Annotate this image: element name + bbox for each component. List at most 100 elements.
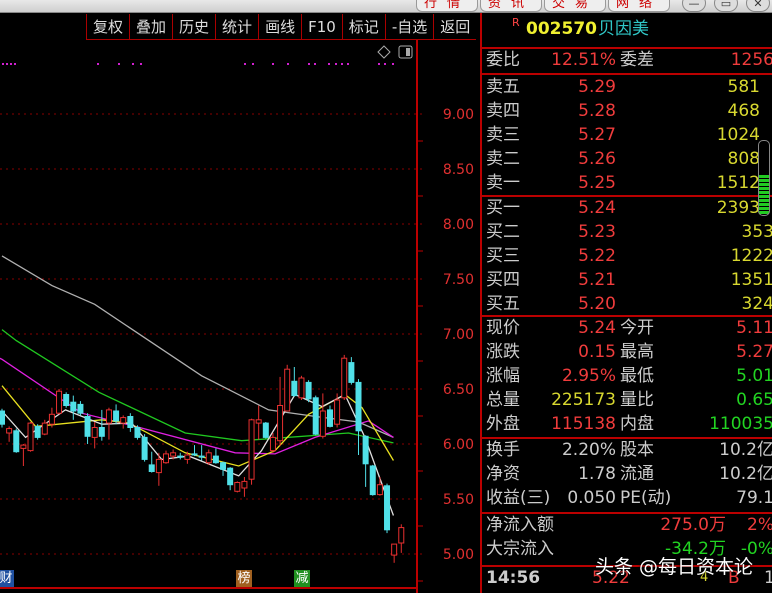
quote-row: 涨跌 0.15 最高 5.27	[484, 340, 772, 364]
candle-body	[348, 362, 355, 383]
candle-body	[105, 409, 112, 424]
tab-trade[interactable]: 交易	[544, 0, 606, 12]
fund-value: 0.050	[567, 488, 616, 508]
ask-row[interactable]: 卖四 5.28 468	[484, 99, 772, 123]
candle-body	[298, 377, 305, 399]
mark-button[interactable]: 标记	[341, 14, 385, 40]
statistics-button[interactable]: 统计	[215, 14, 258, 40]
candle-body	[0, 410, 5, 425]
candle-body	[198, 455, 205, 458]
candle-body	[127, 416, 134, 428]
f10-button[interactable]: F10	[301, 14, 342, 40]
quote-value: 0.15	[578, 342, 616, 362]
ask-label: 卖二	[486, 149, 520, 169]
signal-dot	[2, 63, 4, 65]
fund-value-2: 10.2亿	[719, 440, 772, 460]
overlay-button[interactable]: 叠加	[129, 14, 172, 40]
bid-price: 5.22	[578, 246, 616, 266]
quote-label: 总量	[486, 390, 520, 410]
quote-label-2: 内盘	[620, 414, 654, 434]
bid-row[interactable]: 买三 5.22 1222	[484, 244, 772, 268]
bid-row[interactable]: 买二 5.23 353	[484, 220, 772, 244]
ask-row[interactable]: 卖五 5.29 581	[484, 75, 772, 99]
bid-volume: 1222	[730, 246, 772, 266]
candle-body	[205, 452, 212, 464]
y-tick-label: 6.50	[443, 382, 474, 398]
ask-volume: 808	[727, 149, 760, 169]
close-icon[interactable]: ✕	[746, 0, 770, 12]
candle-body	[384, 485, 391, 531]
candle-body	[391, 543, 398, 556]
history-button[interactable]: 历史	[172, 14, 215, 40]
marker-list[interactable]: 榜	[236, 570, 252, 587]
weicha-value: 1256	[730, 50, 772, 70]
ask-price: 5.28	[578, 101, 616, 121]
draw-line-button[interactable]: 画线	[258, 14, 301, 40]
bid-row[interactable]: 买四 5.21 1351	[484, 268, 772, 292]
candlestick-chart[interactable]: 9.00 8.50 8.00 7.50 7.00 6.50 6.00 5.50 5.00	[0, 40, 480, 593]
ask-volume: 1512	[716, 173, 760, 193]
quote-value: 5.24	[578, 318, 616, 338]
weicha-label: 委差	[620, 50, 654, 70]
diamond-icon[interactable]	[377, 45, 391, 59]
ask-row[interactable]: 卖三 5.27 1024	[484, 123, 772, 147]
y-tick-label: 6.00	[443, 437, 474, 453]
ask-row[interactable]: 卖二 5.26 808	[484, 147, 772, 171]
candle-body	[6, 428, 13, 434]
signal-dot	[287, 63, 289, 65]
ask-price: 5.26	[578, 149, 616, 169]
flow-percent: 2%	[747, 515, 772, 535]
candle-body	[234, 482, 241, 492]
candle-body	[334, 399, 341, 425]
weibi-value: 12.51%	[551, 50, 616, 70]
candle-body	[34, 425, 41, 438]
quote-label: 涨幅	[486, 366, 520, 386]
tab-news[interactable]: 资讯	[480, 0, 542, 12]
bid-row[interactable]: 买一 5.24 2393	[484, 196, 772, 220]
signal-dot	[132, 63, 134, 65]
minimize-icon[interactable]: —	[682, 0, 706, 12]
quote-value-2: 110035	[709, 414, 772, 434]
bid-row[interactable]: 买五 5.20 324	[484, 292, 772, 316]
candle-body	[84, 416, 91, 437]
panel-toggle-icon[interactable]	[398, 45, 413, 59]
bid-price: 5.21	[578, 270, 616, 290]
fund-label: 换手	[486, 440, 520, 460]
flow-label: 大宗流入	[486, 539, 554, 559]
tab-network[interactable]: 网络	[608, 0, 670, 12]
y-tick-label: 7.50	[443, 272, 474, 288]
quote-value: 2.95%	[561, 366, 616, 386]
candle-body	[227, 467, 234, 486]
ask-row[interactable]: 卖一 5.25 1512	[484, 171, 772, 195]
signal-dot	[14, 63, 16, 65]
bid-label: 买五	[486, 294, 520, 314]
quote-label-2: 量比	[620, 390, 654, 410]
ask-volume: 581	[727, 77, 760, 97]
quote-value: 115138	[551, 414, 616, 434]
fund-label: 收益(三)	[486, 488, 551, 508]
marker-reduce[interactable]: 减	[294, 570, 310, 587]
remove-watchlist-button[interactable]: -自选	[384, 14, 433, 40]
candle-body	[376, 484, 383, 496]
order-strength-bar[interactable]	[758, 140, 770, 216]
bid-price: 5.20	[578, 294, 616, 314]
bid-label: 买四	[486, 270, 520, 290]
tab-market[interactable]: 行情	[416, 0, 478, 12]
y-tick-label: 7.00	[443, 327, 474, 343]
fund-value: 1.78	[578, 464, 616, 484]
signal-dot	[272, 63, 274, 65]
restore-icon[interactable]: ▭	[714, 0, 738, 12]
signal-dot	[335, 63, 337, 65]
restore-rights-button[interactable]: 复权	[86, 14, 129, 40]
candle-body	[148, 464, 155, 472]
bid-volume: 353	[741, 222, 772, 242]
quote-value-2: 0.65	[736, 390, 772, 410]
back-button[interactable]: 返回	[433, 14, 476, 40]
fund-label-2: PE(动)	[620, 488, 672, 508]
candle-body	[56, 390, 63, 414]
marker-finance[interactable]: 财	[0, 570, 14, 587]
candle-body	[312, 397, 319, 435]
quote-row: 总量 225173 量比 0.65	[484, 388, 772, 412]
signal-dot	[97, 63, 99, 65]
candle-body	[63, 394, 70, 406]
